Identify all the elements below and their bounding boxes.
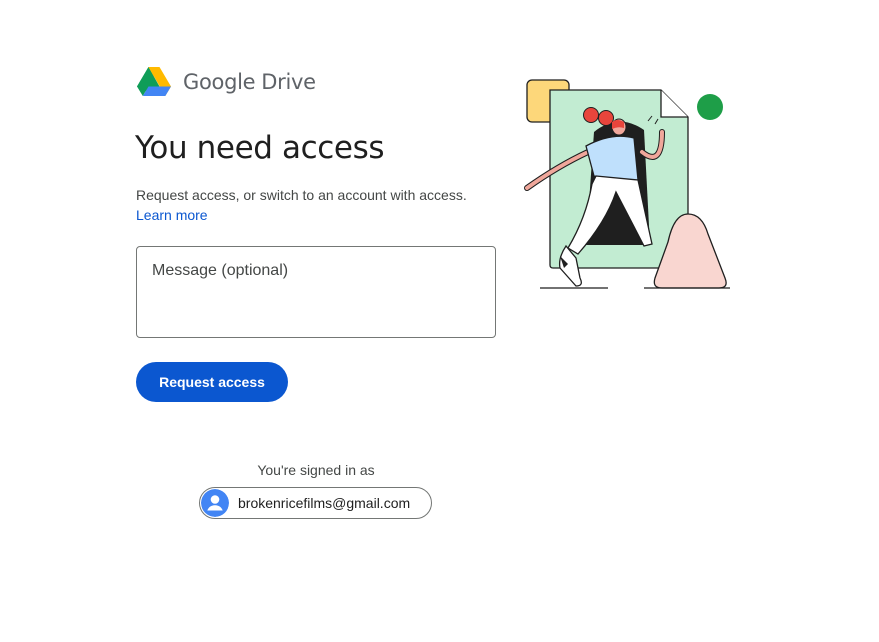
google-drive-logo: Google Drive <box>137 66 316 98</box>
signed-in-label: You're signed in as <box>257 462 375 478</box>
access-illustration <box>524 79 730 289</box>
account-circle-icon <box>201 489 229 517</box>
message-input[interactable] <box>137 247 495 337</box>
logo-google-word: Google <box>183 70 256 94</box>
learn-more-link[interactable]: Learn more <box>136 207 208 223</box>
logo-wordmark: Google Drive <box>183 70 316 94</box>
request-access-button[interactable]: Request access <box>136 362 288 402</box>
page-title: You need access <box>135 130 385 166</box>
google-drive-icon <box>137 66 171 96</box>
message-field <box>136 246 496 338</box>
logo-product-word: Drive <box>261 70 316 94</box>
account-email: brokenricefilms@gmail.com <box>238 495 411 511</box>
access-description: Request access, or switch to an account … <box>136 187 467 203</box>
account-chip[interactable]: brokenricefilms@gmail.com <box>199 487 432 519</box>
green-dot-shape <box>697 94 723 120</box>
